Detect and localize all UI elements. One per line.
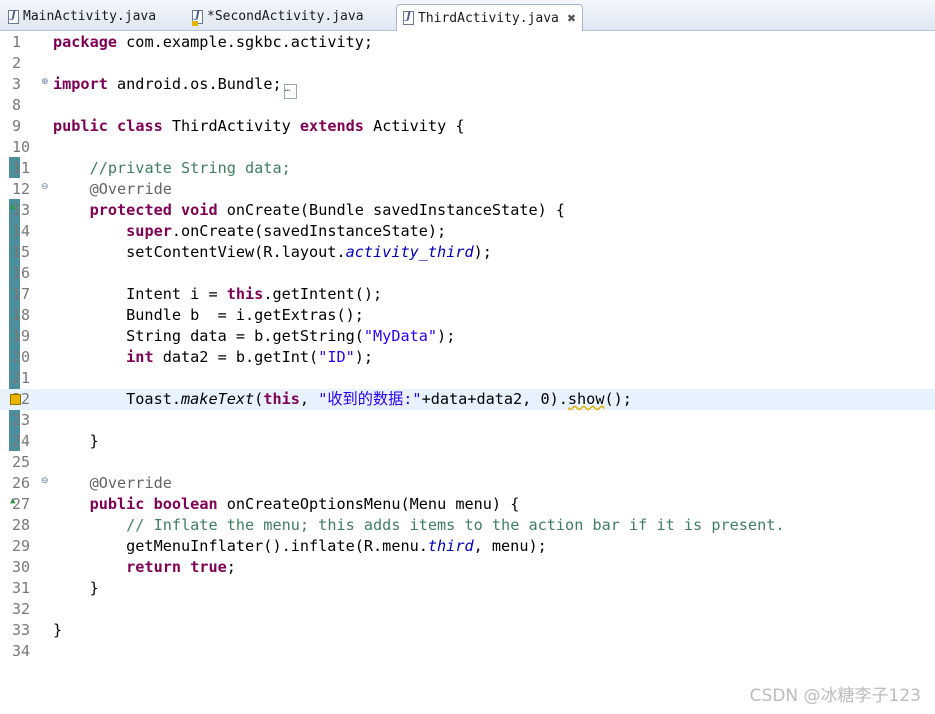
line-number: 21	[12, 369, 31, 387]
line-number: 34	[12, 642, 31, 660]
line-number: 12	[12, 180, 31, 198]
code-line[interactable]: 25	[0, 452, 935, 473]
code-line[interactable]: 16	[0, 263, 935, 284]
code-line[interactable]: 29 getMenuInflater().inflate(R.menu.thir…	[0, 536, 935, 557]
code-text[interactable]: //private String data;	[53, 158, 291, 179]
code-text[interactable]: int data2 = b.getInt("ID");	[53, 347, 373, 368]
code-line[interactable]: 21	[0, 368, 935, 389]
line-number: 3	[12, 75, 22, 93]
code-line[interactable]: 11 //private String data;	[0, 158, 935, 179]
code-line[interactable]: 10	[0, 137, 935, 158]
line-number: 24	[12, 432, 31, 450]
code-line[interactable]: 8	[0, 95, 935, 116]
code-line[interactable]: 13 protected void onCreate(Bundle savedI…	[0, 200, 935, 221]
line-number: 13	[12, 201, 31, 219]
code-line[interactable]: 27 public boolean onCreateOptionsMenu(Me…	[0, 494, 935, 515]
editor-tab-bar: J MainActivity.java J *SecondActivity.ja…	[0, 0, 935, 31]
line-number: 16	[12, 264, 31, 282]
line-number: 1	[12, 33, 22, 51]
code-text[interactable]: }	[53, 431, 99, 452]
code-text[interactable]: setContentView(R.layout.activity_third);	[53, 242, 492, 263]
code-text[interactable]: Intent i = this.getIntent();	[53, 284, 382, 305]
code-text[interactable]: return true;	[53, 557, 236, 578]
tab-second-activity[interactable]: J *SecondActivity.java	[186, 4, 370, 29]
code-text[interactable]: // Inflate the menu; this adds items to …	[53, 515, 784, 536]
code-text[interactable]: }	[53, 578, 99, 599]
tab-label: *SecondActivity.java	[207, 9, 364, 24]
code-line[interactable]: 9 public class ThirdActivity extends Acti…	[0, 116, 935, 137]
line-number: 11	[12, 159, 31, 177]
line-number: 30	[12, 558, 31, 576]
code-line[interactable]: 28 // Inflate the menu; this adds items …	[0, 515, 935, 536]
java-file-icon: J	[403, 11, 414, 25]
code-line[interactable]: 33}	[0, 620, 935, 641]
code-line[interactable]: 3 import android.os.Bundle;…	[0, 74, 935, 99]
line-number: 17	[12, 285, 31, 303]
code-editor[interactable]: 1 package com.example.sgkbc.activity; 2 3 im…	[0, 31, 935, 714]
line-number: 25	[12, 453, 31, 471]
fold-minus-icon[interactable]: ⊖	[41, 476, 49, 486]
line-number: 28	[12, 516, 31, 534]
code-text[interactable]: @Override	[53, 179, 172, 200]
warning-marker-icon[interactable]	[10, 394, 21, 405]
code-text[interactable]: super.onCreate(savedInstanceState);	[53, 221, 446, 242]
line-number: 14	[12, 222, 31, 240]
code-line[interactable]: 34	[0, 641, 935, 662]
code-line[interactable]: 19 String data = b.getString("MyData");	[0, 326, 935, 347]
code-text[interactable]: Toast.makeText(this, "收到的数据:"+data+data2…	[53, 389, 632, 410]
tab-label: MainActivity.java	[23, 9, 157, 24]
code-line[interactable]: 14 super.onCreate(savedInstanceState);	[0, 221, 935, 242]
close-icon[interactable]: ✖	[567, 12, 576, 25]
code-line[interactable]: 26 @Override	[0, 473, 935, 494]
fold-plus-icon[interactable]: ⊕	[41, 77, 49, 87]
line-number: 23	[12, 411, 31, 429]
line-number: 26	[12, 474, 31, 492]
code-line[interactable]: 31 }	[0, 578, 935, 599]
line-number: 20	[12, 348, 31, 366]
code-text[interactable]: String data = b.getString("MyData");	[53, 326, 455, 347]
java-file-warning-icon: J	[192, 9, 203, 26]
code-line[interactable]: 20 int data2 = b.getInt("ID");	[0, 347, 935, 368]
code-line[interactable]: 18 Bundle b = i.getExtras();	[0, 305, 935, 326]
line-number: 15	[12, 243, 31, 261]
code-line[interactable]: 15 setContentView(R.layout.activity_thir…	[0, 242, 935, 263]
code-line[interactable]: 1 package com.example.sgkbc.activity;	[0, 32, 935, 53]
override-marker-icon: ▲	[10, 202, 16, 212]
code-line[interactable]: 17 Intent i = this.getIntent();	[0, 284, 935, 305]
tab-third-activity[interactable]: J ThirdActivity.java ✖	[396, 4, 584, 31]
code-text[interactable]: }	[53, 620, 62, 641]
code-text[interactable]: getMenuInflater().inflate(R.menu.third, …	[53, 536, 547, 557]
code-text[interactable]: public class ThirdActivity extends Activ…	[53, 116, 465, 137]
fold-minus-icon[interactable]: ⊖	[41, 182, 49, 192]
line-number: 32	[12, 600, 31, 618]
code-line[interactable]: 24 }	[0, 431, 935, 452]
line-number: 18	[12, 306, 31, 324]
code-text[interactable]: protected void onCreate(Bundle savedInst…	[53, 200, 566, 221]
line-number: 31	[12, 579, 31, 597]
line-number: 9	[12, 117, 22, 135]
code-text[interactable]: Bundle b = i.getExtras();	[53, 305, 364, 326]
override-marker-icon: ▲	[10, 496, 16, 506]
code-line[interactable]: 23	[0, 410, 935, 431]
code-line[interactable]: 12 @Override	[0, 179, 935, 200]
code-text[interactable]: public boolean onCreateOptionsMenu(Menu …	[53, 494, 520, 515]
line-number: 33	[12, 621, 31, 639]
code-text[interactable]: @Override	[53, 473, 172, 494]
line-number: 8	[12, 96, 22, 114]
line-number: 10	[12, 138, 31, 156]
watermark: CSDN @冰糖李子123	[749, 686, 921, 706]
code-line[interactable]: 22 Toast.makeText(this, "收到的数据:"+data+da…	[0, 389, 935, 410]
line-number: 19	[12, 327, 31, 345]
line-number: 2	[12, 54, 22, 72]
java-file-icon: J	[8, 9, 19, 24]
tab-main-activity[interactable]: J MainActivity.java	[2, 4, 162, 29]
code-line[interactable]: 32	[0, 599, 935, 620]
code-line[interactable]: 2	[0, 53, 935, 74]
line-number: 27	[12, 495, 31, 513]
line-number: 29	[12, 537, 31, 555]
code-line[interactable]: 30 return true;	[0, 557, 935, 578]
tab-label: ThirdActivity.java	[418, 10, 559, 26]
code-text[interactable]: package com.example.sgkbc.activity;	[53, 32, 373, 53]
